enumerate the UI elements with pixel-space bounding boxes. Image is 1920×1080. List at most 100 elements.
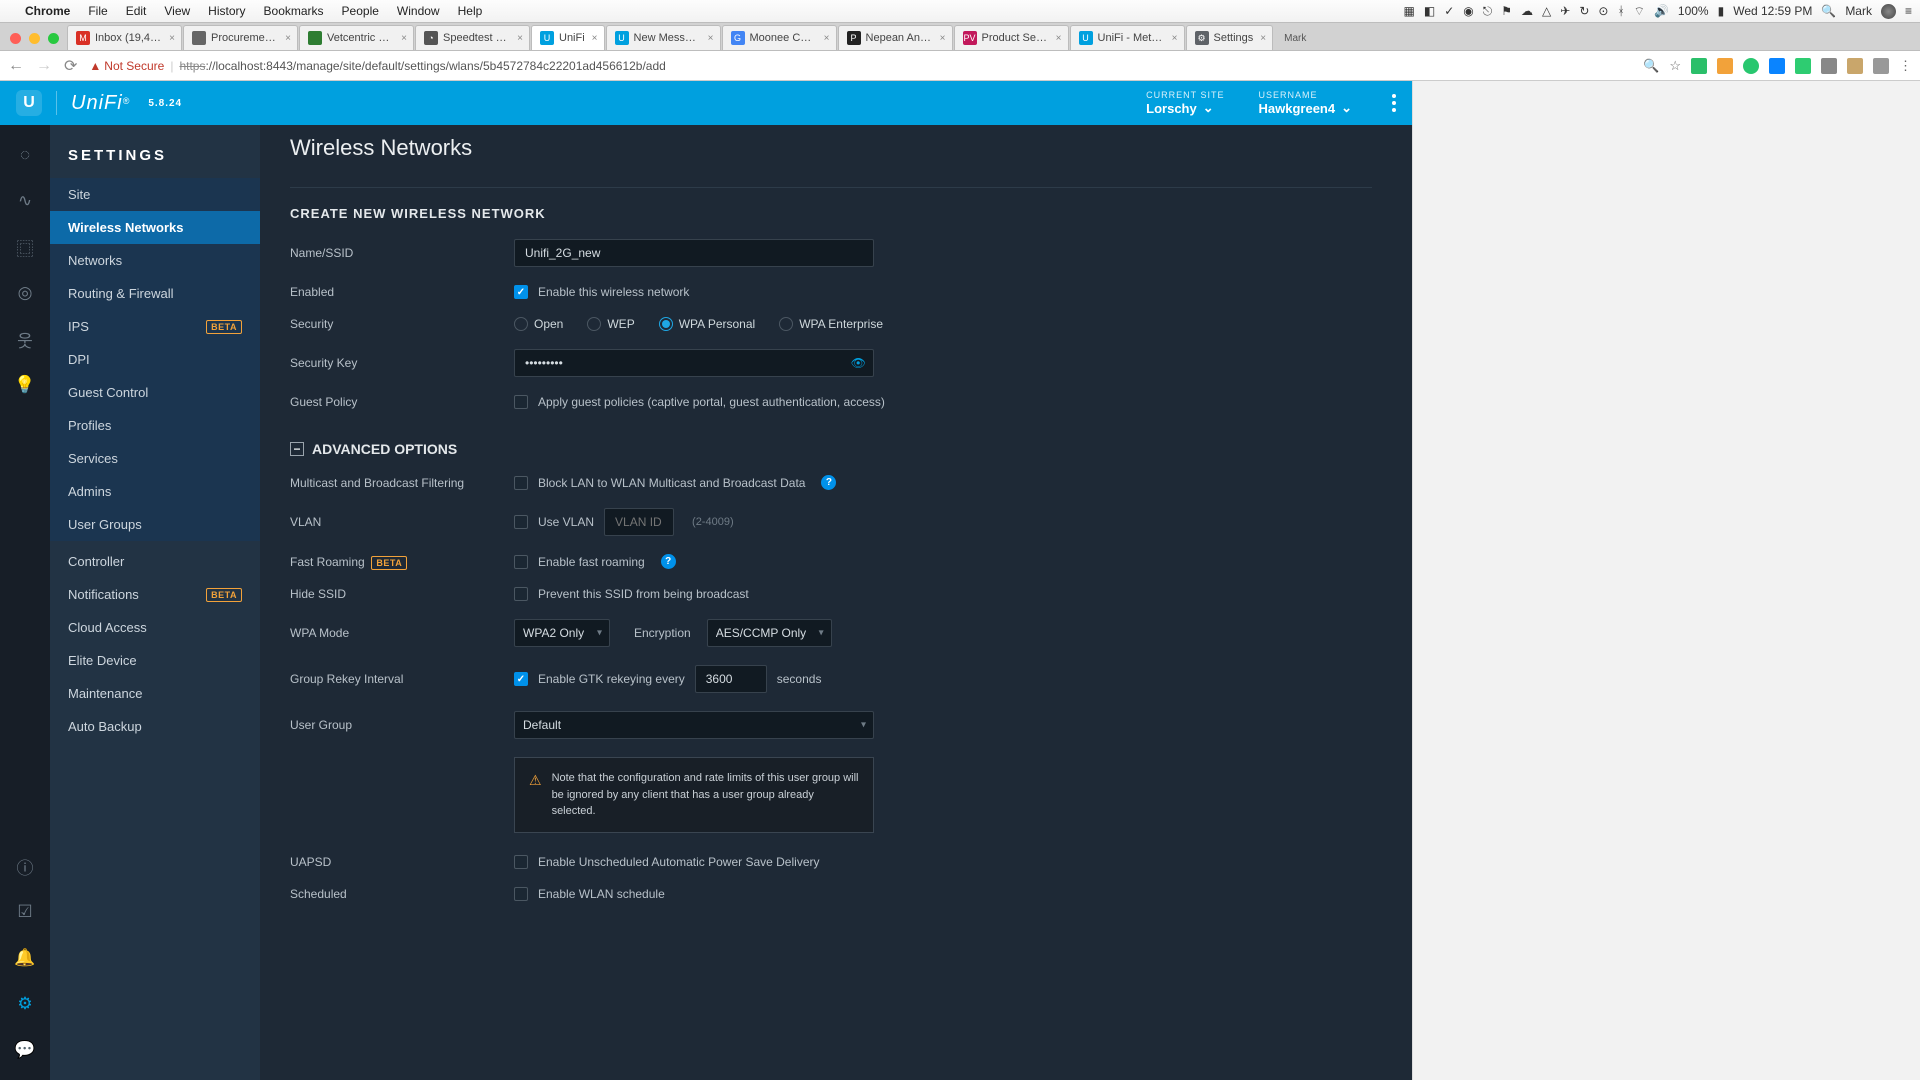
- back-button[interactable]: ←: [8, 57, 24, 75]
- user-group-select[interactable]: Default: [514, 711, 874, 739]
- u-logo-icon[interactable]: U: [16, 90, 42, 116]
- security-open-radio[interactable]: [514, 317, 528, 331]
- extension-icon[interactable]: [1795, 58, 1811, 74]
- browser-tab[interactable]: ◔Speedtest by Oo×: [415, 25, 530, 50]
- wpa-mode-select[interactable]: WPA2 Only: [514, 619, 610, 647]
- statistics-icon[interactable]: ∿: [15, 191, 35, 211]
- extension-icon[interactable]: [1847, 58, 1863, 74]
- sidebar-item-ips[interactable]: IPSBETA: [50, 310, 260, 343]
- tab-close-icon[interactable]: ×: [1056, 33, 1062, 44]
- spotlight-icon[interactable]: 🔍: [1821, 4, 1836, 18]
- sidebar-item-controller[interactable]: Controller: [50, 545, 260, 578]
- hide-ssid-checkbox[interactable]: [514, 587, 528, 601]
- encryption-select[interactable]: AES/CCMP Only: [707, 619, 832, 647]
- sidebar-item-maintenance[interactable]: Maintenance: [50, 677, 260, 710]
- menu-app[interactable]: Chrome: [18, 4, 77, 18]
- dashboard-icon[interactable]: ◌: [15, 145, 35, 165]
- tab-close-icon[interactable]: ×: [169, 33, 175, 44]
- forward-button[interactable]: →: [36, 57, 52, 75]
- tray-icon[interactable]: ✈: [1560, 4, 1570, 18]
- wifi-icon[interactable]: ⌔: [1634, 4, 1645, 19]
- zoom-icon[interactable]: 🔍: [1643, 58, 1659, 74]
- browser-tab[interactable]: PVProduct Search -×: [954, 25, 1069, 50]
- vlan-checkbox[interactable]: [514, 515, 528, 529]
- rekey-seconds-input[interactable]: [695, 665, 767, 693]
- sidebar-item-admins[interactable]: Admins: [50, 475, 260, 508]
- menu-file[interactable]: File: [81, 4, 114, 18]
- help-icon[interactable]: ?: [661, 554, 676, 569]
- guest-policy-checkbox[interactable]: [514, 395, 528, 409]
- devices-icon[interactable]: ◎: [15, 283, 35, 303]
- tray-icon[interactable]: ↻: [1579, 4, 1589, 18]
- star-icon[interactable]: ☆: [1669, 58, 1681, 74]
- tab-close-icon[interactable]: ×: [940, 33, 946, 44]
- volume-icon[interactable]: 🔊: [1654, 4, 1669, 18]
- browser-tab[interactable]: UUniFi - Methods t×: [1070, 25, 1185, 50]
- tab-close-icon[interactable]: ×: [1172, 33, 1178, 44]
- browser-tab[interactable]: GMoonee Central×: [722, 25, 837, 50]
- extension-icon[interactable]: [1873, 58, 1889, 74]
- browser-tab[interactable]: Procurement - Ve×: [183, 25, 298, 50]
- insights-icon[interactable]: 💡: [15, 375, 35, 395]
- menu-people[interactable]: People: [335, 4, 386, 18]
- sidebar-item-site[interactable]: Site: [50, 178, 260, 211]
- menu-edit[interactable]: Edit: [119, 4, 154, 18]
- sidebar-item-profiles[interactable]: Profiles: [50, 409, 260, 442]
- tray-icon[interactable]: △: [1542, 4, 1551, 18]
- uapsd-checkbox[interactable]: [514, 855, 528, 869]
- advanced-options-toggle[interactable]: − ADVANCED OPTIONS: [290, 441, 1372, 457]
- browser-tab[interactable]: Vetcentric Whole×: [299, 25, 414, 50]
- address-bar[interactable]: ▲ Not Secure | https://localhost:8443/ma…: [89, 59, 1631, 73]
- tray-icon[interactable]: ⎋: [1483, 4, 1493, 19]
- fast-roaming-checkbox[interactable]: [514, 555, 528, 569]
- rekey-checkbox[interactable]: [514, 672, 528, 686]
- user-name[interactable]: Mark: [1845, 4, 1872, 18]
- close-window-button[interactable]: [10, 33, 21, 44]
- app-menu-icon[interactable]: [1392, 94, 1396, 112]
- scheduled-checkbox[interactable]: [514, 887, 528, 901]
- ssid-input[interactable]: [514, 239, 874, 267]
- tray-icon[interactable]: ✓: [1444, 4, 1454, 18]
- tray-icon[interactable]: ▦: [1404, 4, 1415, 18]
- bluetooth-icon[interactable]: ᚼ: [1617, 4, 1624, 18]
- chat-icon[interactable]: 💬: [15, 1040, 35, 1060]
- chrome-menu-icon[interactable]: ⋮: [1899, 58, 1912, 74]
- browser-tab[interactable]: ⚙Settings×: [1186, 25, 1274, 50]
- show-password-icon[interactable]: 👁: [851, 356, 866, 370]
- checklist-icon[interactable]: ☑: [15, 902, 35, 922]
- reload-button[interactable]: ⟳: [64, 56, 77, 76]
- tab-close-icon[interactable]: ×: [592, 33, 598, 44]
- vlan-id-input[interactable]: [604, 508, 674, 536]
- sidebar-item-elite-device[interactable]: Elite Device: [50, 644, 260, 677]
- extension-icon[interactable]: [1821, 58, 1837, 74]
- clock[interactable]: Wed 12:59 PM: [1733, 4, 1812, 18]
- browser-tab[interactable]: UNew Message - U×: [606, 25, 721, 50]
- sidebar-item-routing-firewall[interactable]: Routing & Firewall: [50, 277, 260, 310]
- extension-icon[interactable]: [1769, 58, 1785, 74]
- settings-icon[interactable]: ⚙: [15, 994, 35, 1014]
- current-site-menu[interactable]: CURRENT SITE Lorschy⌄: [1146, 90, 1224, 116]
- alerts-icon[interactable]: 🔔: [15, 948, 35, 968]
- sidebar-item-notifications[interactable]: NotificationsBETA: [50, 578, 260, 611]
- tray-icon[interactable]: ⚑: [1501, 4, 1512, 18]
- tab-close-icon[interactable]: ×: [401, 33, 407, 44]
- tab-close-icon[interactable]: ×: [708, 33, 714, 44]
- extension-icon[interactable]: [1743, 58, 1759, 74]
- extension-icon[interactable]: [1691, 58, 1707, 74]
- multicast-checkbox[interactable]: [514, 476, 528, 490]
- minimize-window-button[interactable]: [29, 33, 40, 44]
- sidebar-item-services[interactable]: Services: [50, 442, 260, 475]
- username-menu[interactable]: USERNAME Hawkgreen4⌄: [1259, 90, 1353, 116]
- browser-tab[interactable]: UUniFi×: [531, 25, 605, 50]
- security-key-input[interactable]: [514, 349, 874, 377]
- info-icon[interactable]: ⓘ: [15, 856, 35, 876]
- map-icon[interactable]: ⿴: [15, 237, 35, 257]
- sidebar-item-auto-backup[interactable]: Auto Backup: [50, 710, 260, 743]
- tab-close-icon[interactable]: ×: [517, 33, 523, 44]
- menu-help[interactable]: Help: [451, 4, 490, 18]
- security-wpa-enterprise-radio[interactable]: [779, 317, 793, 331]
- sidebar-item-networks[interactable]: Networks: [50, 244, 260, 277]
- security-wep-radio[interactable]: [587, 317, 601, 331]
- user-avatar-icon[interactable]: [1881, 4, 1896, 19]
- browser-tab[interactable]: PNepean Animal H×: [838, 25, 953, 50]
